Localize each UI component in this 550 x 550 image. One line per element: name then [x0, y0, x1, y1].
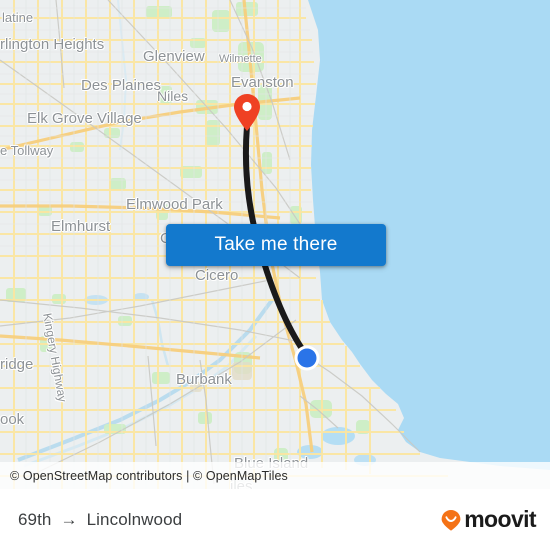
origin-dot-icon[interactable]	[292, 343, 322, 373]
route-destination: Lincolnwood	[86, 509, 183, 529]
destination-pin-icon[interactable]	[232, 93, 262, 133]
attribution-text: © OpenStreetMap contributors | © OpenMap…	[10, 468, 288, 483]
moovit-pin-icon	[441, 509, 461, 531]
route-summary: 69th → Lincolnwood	[18, 510, 182, 530]
route-origin: 69th	[18, 509, 52, 529]
map-canvas[interactable]: latine rlington Heights Glenview Wilmett…	[0, 0, 550, 489]
footer-bar: 69th → Lincolnwood moovit	[0, 489, 550, 550]
map-attribution[interactable]: © OpenStreetMap contributors | © OpenMap…	[0, 462, 550, 489]
arrow-right-icon: →	[60, 510, 78, 529]
moovit-route-card: latine rlington Heights Glenview Wilmett…	[0, 0, 550, 550]
take-me-there-button[interactable]: Take me there	[166, 224, 386, 266]
moovit-logo[interactable]: moovit	[439, 506, 537, 532]
moovit-wordmark: moovit	[464, 506, 536, 532]
